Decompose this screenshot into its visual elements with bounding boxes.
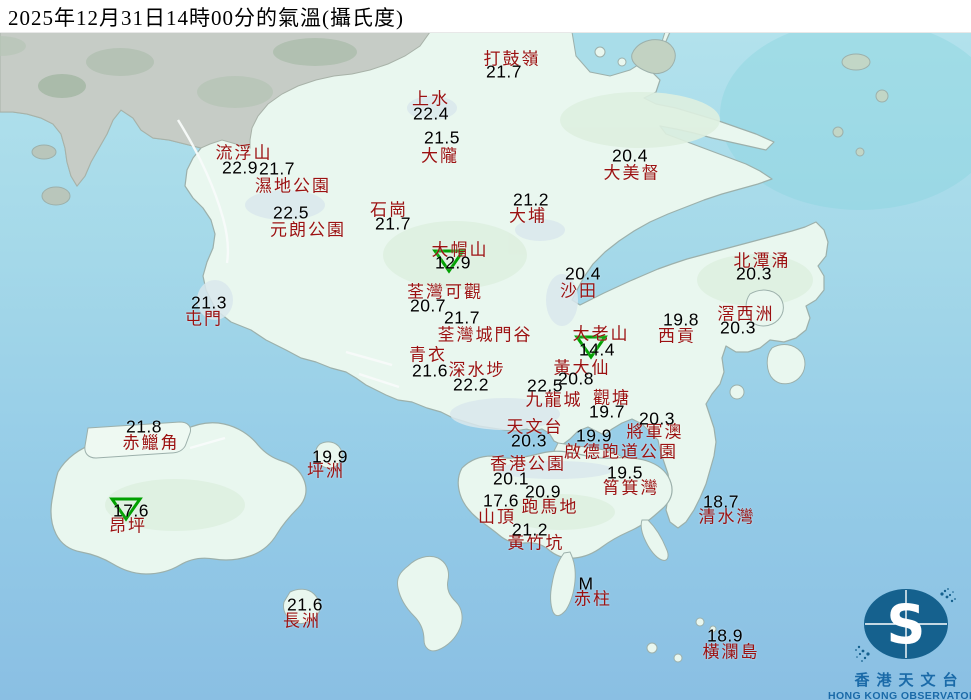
station-temperature: 18.9 [706, 625, 744, 646]
station-temperature: M [578, 573, 594, 594]
station-temperature: 17.6 [112, 500, 150, 521]
station-temperature: 22.5 [272, 202, 310, 223]
station-temperature: 21.2 [512, 189, 550, 210]
station-temperature: 22.9 [221, 157, 259, 178]
station-temperature: 21.7 [374, 213, 412, 234]
station-temperature: 19.9 [311, 446, 349, 467]
title-bar: 2025年12月31日14時00分的氣溫(攝氏度) [0, 0, 971, 33]
station-temperature: 21.6 [286, 594, 324, 615]
station-temperature: 21.7 [443, 307, 481, 328]
station-temperature: 20.4 [611, 145, 649, 166]
station-temperature: 18.7 [702, 491, 740, 512]
map-title: 2025年12月31日14時00分的氣溫(攝氏度) [8, 6, 404, 30]
station-temperature: 20.3 [719, 317, 757, 338]
station-temperature: 19.8 [662, 309, 700, 330]
station-temperature: 21.8 [125, 416, 163, 437]
station-temperature: 21.6 [411, 360, 449, 381]
station-temperature: 12.9 [434, 252, 472, 273]
station-temperature: 20.3 [510, 430, 548, 451]
station-temperature: 21.7 [485, 61, 523, 82]
hko-logo-chinese-name: 香港天文台 [854, 673, 965, 689]
station-temperature: 21.7 [258, 158, 296, 179]
station-temperature: 19.9 [575, 425, 613, 446]
station-temperature: 21.5 [423, 127, 461, 148]
station-temperature: 21.2 [511, 519, 549, 540]
station-temperature: 22.4 [412, 103, 450, 124]
station-temperature: 20.3 [735, 263, 773, 284]
station-temperature: 19.5 [606, 462, 644, 483]
station-temperature: 20.1 [492, 468, 530, 489]
station-temperature: 19.7 [588, 401, 626, 422]
hko-logo: S 香港天文台 HONG KONG OBSERVATORY [826, 586, 971, 700]
station-temperature: 20.3 [638, 408, 676, 429]
station-temperature: 20.7 [409, 295, 447, 316]
hko-logo-symbol: S [855, 588, 956, 662]
station-temperature: 20.9 [524, 481, 562, 502]
station-temperature: 21.3 [190, 292, 228, 313]
hko-temperature-map-screen: 打鼓嶺 21.7 上水 22.4 大隴 21.5 流浮山 22.9 濕地公園 21.7 大美督 20.… [0, 0, 971, 700]
station-temperature: 17.6 [482, 490, 520, 511]
station-temperature: 20.4 [564, 263, 602, 284]
station-temperature: 22.5 [526, 375, 564, 396]
station-temperature: 22.2 [452, 374, 490, 395]
hko-logo-english-name: HONG KONG OBSERVATORY [828, 690, 971, 700]
